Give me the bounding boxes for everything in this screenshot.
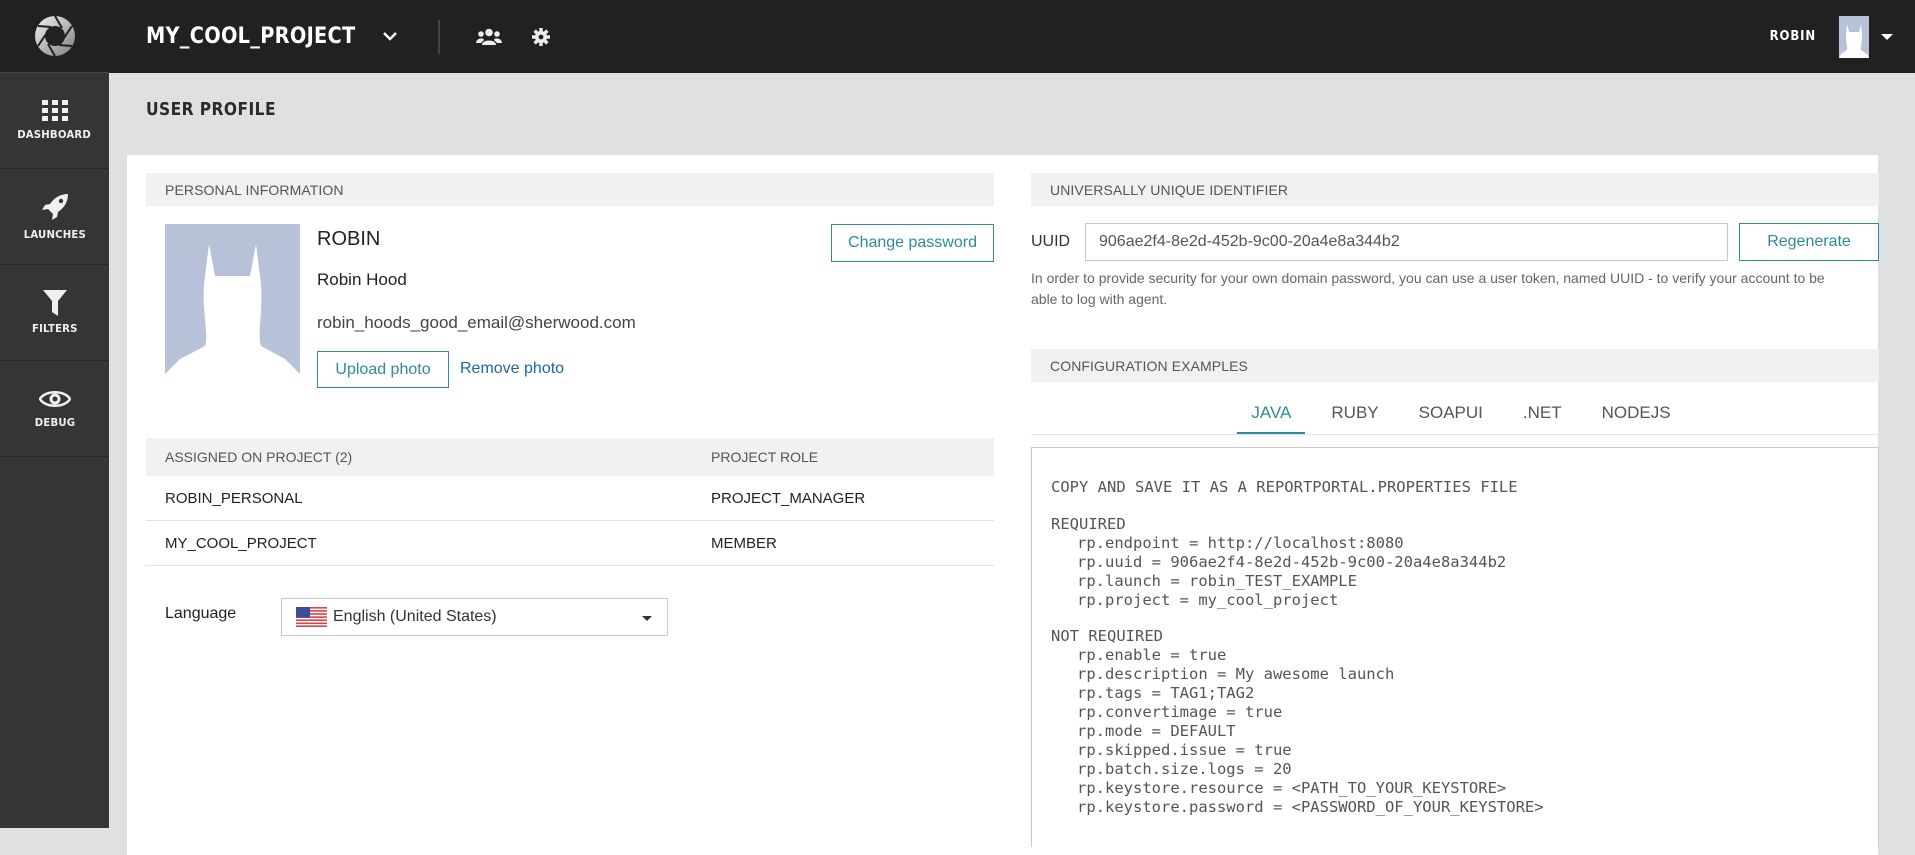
right-column: UNIVERSALLY UNIQUE IDENTIFIER UUID Regen… [1031,173,1879,847]
left-column: PERSONAL INFORMATION ROBIN Robin Hood ro… [146,173,994,636]
logo[interactable] [0,0,109,73]
regenerate-button[interactable]: Regenerate [1739,223,1879,261]
tab-nodejs[interactable]: NODEJS [1588,403,1685,434]
project-name[interactable]: MY_COOL_PROJECT [146,24,355,49]
filter-icon [42,290,67,316]
caret-down-icon [642,616,652,621]
code-line: rp.launch = robin_TEST_EXAMPLE [1077,571,1357,590]
avatar-icon [165,244,300,374]
sidebar-item-label: DASHBOARD [17,128,92,141]
user-email: robin_hoods_good_email@sherwood.com [317,313,636,332]
code-not-required-header: NOT REQUIRED [1051,627,1163,646]
us-flag-icon [296,607,327,627]
personal-info: ROBIN Robin Hood robin_hoods_good_email@… [146,206,994,388]
code-line: rp.keystore.resource = <PATH_TO_YOUR_KEY… [1077,778,1507,797]
tab-soapui[interactable]: SOAPUI [1405,403,1497,434]
code-line: rp.convertimage = true [1077,703,1283,722]
grid-icon [41,100,68,121]
top-bar: MY_COOL_PROJECT ROBIN [109,0,1915,73]
code-line: rp.description = My awesome launch [1077,665,1395,684]
table-row: MY_COOL_PROJECT MEMBER [146,521,994,566]
sidebar-item-debug[interactable]: DEBUG [0,361,109,457]
projects-table: ASSIGNED ON PROJECT (2) PROJECT ROLE ROB… [146,438,994,566]
user-login: ROBIN [317,228,381,250]
projects-table-header: ASSIGNED ON PROJECT (2) PROJECT ROLE [146,438,994,476]
uuid-header: UNIVERSALLY UNIQUE IDENTIFIER [1031,173,1879,206]
language-select[interactable]: English (United States) [281,598,668,636]
config-tabs: JAVA RUBY SOAPUI .NET NODEJS [1031,382,1879,435]
column-header-role: PROJECT ROLE [711,449,819,465]
code-line: rp.tags = TAG1;TAG2 [1077,684,1255,703]
remove-photo-link[interactable]: Remove photo [460,360,564,378]
language-selected: English (United States) [333,608,497,625]
code-line: rp.project = my_cool_project [1077,590,1339,609]
sidebar-item-label: DEBUG [34,416,75,429]
code-line: rp.enable = true [1077,646,1227,665]
page-title: USER PROFILE [146,99,276,120]
project-name-cell: MY_COOL_PROJECT [165,534,317,552]
code-line: rp.batch.size.logs = 20 [1077,759,1292,778]
tab-ruby[interactable]: RUBY [1317,403,1392,434]
change-password-button[interactable]: Change password [831,224,994,262]
table-row: ROBIN_PERSONAL PROJECT_MANAGER [146,476,994,521]
uuid-row: UUID Regenerate [1031,223,1879,261]
uuid-help-text: In order to provide security for your ow… [1031,270,1825,307]
language-row: Language English (United States) [146,598,994,636]
project-role-cell: PROJECT_MANAGER [711,489,866,507]
users-icon[interactable] [476,28,503,46]
language-label: Language [165,605,237,622]
code-line: rp.endpoint = http://localhost:8080 [1077,533,1404,552]
chevron-down-icon[interactable] [382,28,398,46]
tab-java[interactable]: JAVA [1237,403,1306,434]
sidebar-item-filters[interactable]: FILTERS [0,265,109,361]
gear-icon[interactable] [532,27,551,46]
column-header-project: ASSIGNED ON PROJECT (2) [165,449,353,465]
eye-icon [38,391,71,407]
uuid-label: UUID [1031,233,1071,250]
sidebar-item-label: FILTERS [31,322,78,335]
aperture-logo-icon [34,15,75,57]
code-line: rp.keystore.password = <PASSWORD_OF_YOUR… [1077,797,1544,816]
code-line: rp.skipped.issue = true [1077,740,1292,759]
rocket-icon [41,194,68,220]
project-role-cell: MEMBER [711,534,777,552]
sidebar: DASHBOARD LAUNCHES FILTERS DEBUG [0,0,109,828]
code-required-header: REQUIRED [1051,514,1126,533]
sidebar-item-label: LAUNCHES [23,228,86,241]
config-code-block[interactable]: COPY AND SAVE IT AS A REPORTPORTAL.PROPE… [1031,447,1879,847]
profile-card: PERSONAL INFORMATION ROBIN Robin Hood ro… [127,155,1879,855]
uuid-input[interactable] [1085,223,1728,261]
profile-photo [165,224,300,374]
user-full-name: Robin Hood [317,270,407,289]
upload-photo-button[interactable]: Upload photo [317,351,449,388]
sidebar-item-launches[interactable]: LAUNCHES [0,169,109,265]
project-name-cell: ROBIN_PERSONAL [165,489,303,507]
user-name[interactable]: ROBIN [1770,29,1817,44]
sidebar-item-dashboard[interactable]: DASHBOARD [0,73,109,169]
code-line: rp.uuid = 906ae2f4-8e2d-452b-9c00-20a4e8… [1077,552,1507,571]
personal-info-header: PERSONAL INFORMATION [146,173,994,206]
divider [438,19,441,54]
avatar-icon[interactable] [1839,15,1869,58]
caret-down-icon[interactable] [1881,33,1893,40]
config-header: CONFIGURATION EXAMPLES [1031,349,1879,382]
code-title: COPY AND SAVE IT AS A REPORTPORTAL.PROPE… [1051,478,1518,496]
user-menu[interactable]: ROBIN [1767,15,1893,58]
tab-dotnet[interactable]: .NET [1509,403,1576,434]
configuration-examples: CONFIGURATION EXAMPLES JAVA RUBY SOAPUI … [1031,349,1879,847]
code-line: rp.mode = DEFAULT [1077,721,1236,740]
